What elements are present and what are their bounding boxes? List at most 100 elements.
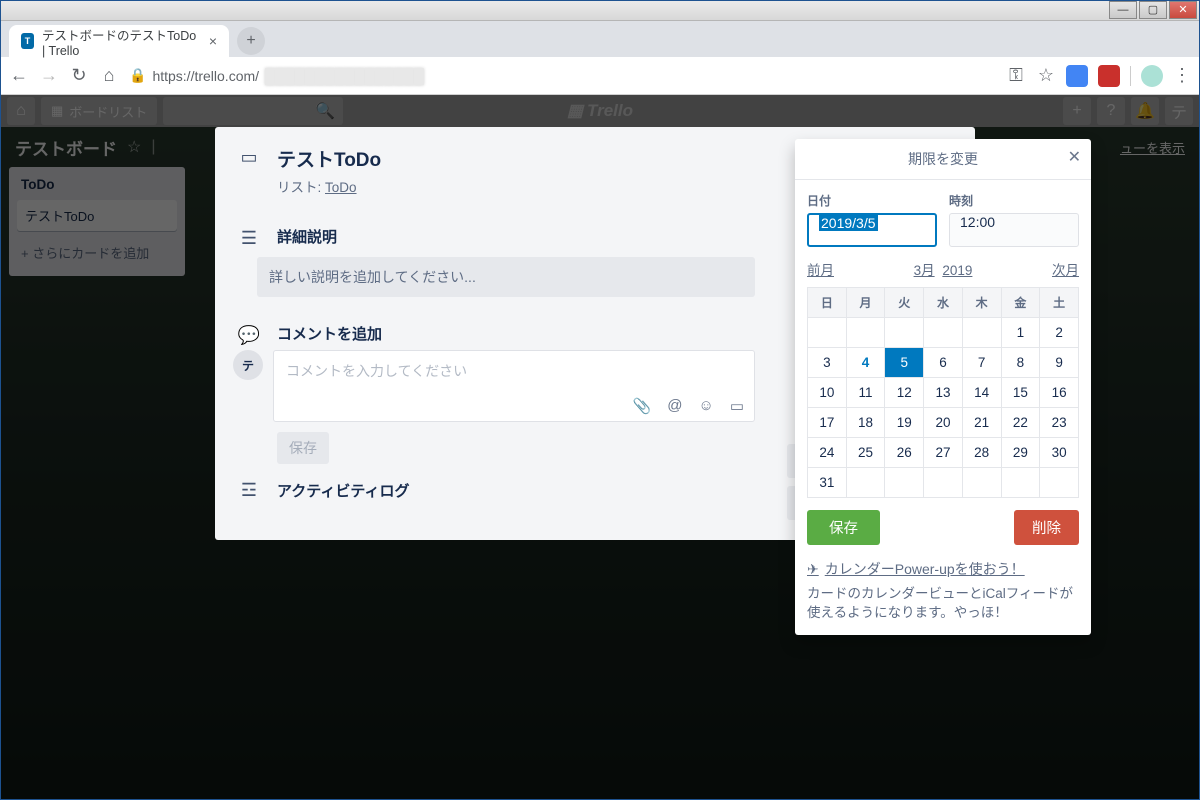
calendar-grid: 日月火水木金土 12345678910111213141516171819202… — [807, 287, 1079, 498]
comment-input[interactable]: コメントを入力してください — [274, 351, 754, 391]
calendar-day — [846, 468, 885, 498]
calendar-day[interactable]: 13 — [924, 378, 963, 408]
profile-avatar[interactable] — [1141, 65, 1163, 87]
key-icon[interactable]: ⚿ — [1006, 66, 1026, 86]
datepicker-delete-button[interactable]: 削除 — [1014, 510, 1079, 545]
user-avatar: テ — [233, 350, 263, 380]
tab-close-icon[interactable]: × — [209, 33, 217, 49]
comment-heading: コメントを追加 — [277, 323, 382, 346]
calendar-day[interactable]: 19 — [885, 408, 924, 438]
calendar-day[interactable]: 25 — [846, 438, 885, 468]
activity-icon: ☲ — [235, 480, 263, 501]
description-input[interactable]: 詳しい説明を追加してください... — [257, 257, 755, 297]
calendar-day[interactable]: 15 — [1001, 378, 1040, 408]
calendar-day[interactable]: 9 — [1040, 348, 1079, 378]
calendar-day[interactable]: 11 — [846, 378, 885, 408]
comment-save-button[interactable]: 保存 — [277, 432, 329, 464]
browser-toolbar: ← → ↻ ⌂ 🔒 https://trello.com/ ██████████… — [1, 57, 1199, 95]
window-maximize-button[interactable]: ▢ — [1139, 1, 1167, 19]
bookmark-star-icon[interactable]: ☆ — [1036, 66, 1056, 86]
tab-title: テストボードのテストToDo | Trello — [42, 25, 201, 58]
new-tab-button[interactable]: + — [237, 27, 265, 55]
date-input[interactable]: 2019/3/5 — [807, 213, 937, 247]
weekday-header: 月 — [846, 288, 885, 318]
forward-button[interactable]: → — [39, 66, 59, 86]
list-link[interactable]: ToDo — [325, 180, 357, 195]
calendar-day[interactable]: 10 — [808, 378, 847, 408]
calendar-day[interactable]: 24 — [808, 438, 847, 468]
description-heading: 詳細説明 — [277, 226, 337, 249]
calendar-day[interactable]: 8 — [1001, 348, 1040, 378]
calendar-day[interactable]: 29 — [1001, 438, 1040, 468]
weekday-header: 金 — [1001, 288, 1040, 318]
window-minimize-button[interactable]: — — [1109, 1, 1137, 19]
activity-heading: アクティビティログ — [277, 480, 409, 501]
calendar-day[interactable]: 1 — [1001, 318, 1040, 348]
url-text: https://trello.com/ — [152, 68, 259, 84]
calendar-day[interactable]: 30 — [1040, 438, 1079, 468]
browser-menu-button[interactable]: ⋮ — [1173, 65, 1191, 86]
comment-toolbar: 📎 @ ☺ ▭ — [274, 391, 754, 421]
browser-tab[interactable]: T テストボードのテストToDo | Trello × — [9, 25, 229, 57]
calendar-day[interactable]: 14 — [962, 378, 1001, 408]
calendar-day[interactable]: 28 — [962, 438, 1001, 468]
card-title[interactable]: テストToDo — [277, 145, 381, 172]
comment-box: コメントを入力してください 📎 @ ☺ ▭ — [273, 350, 755, 422]
calendar-day[interactable]: 20 — [924, 408, 963, 438]
prev-month-link[interactable]: 前月 — [807, 259, 834, 279]
calendar-day[interactable]: 23 — [1040, 408, 1079, 438]
calendar-day[interactable]: 18 — [846, 408, 885, 438]
calendar-day[interactable]: 4 — [846, 348, 885, 378]
calendar-powerup-link[interactable]: ✈カレンダーPower-upを使おう！ — [807, 559, 1079, 579]
favicon-icon: T — [21, 33, 34, 49]
extension-icon-1[interactable] — [1066, 65, 1088, 87]
calendar-day — [1001, 468, 1040, 498]
calendar-day[interactable]: 22 — [1001, 408, 1040, 438]
weekday-header: 火 — [885, 288, 924, 318]
url-field[interactable]: 🔒 https://trello.com/ ████████████████ — [129, 67, 996, 84]
calendar-day — [885, 468, 924, 498]
calendar-day[interactable]: 12 — [885, 378, 924, 408]
due-date-popover: 期限を変更 ✕ 日付 2019/3/5 時刻 12:00 前月 3月 2019 — [795, 139, 1091, 635]
calendar-day[interactable]: 2 — [1040, 318, 1079, 348]
calendar-powerup-description: カードのカレンダービューとiCalフィードが使えるようになります。やっほ！ — [807, 585, 1079, 623]
back-button[interactable]: ← — [9, 66, 29, 86]
calendar-day — [1040, 468, 1079, 498]
weekday-header: 木 — [962, 288, 1001, 318]
send-icon: ✈ — [807, 561, 819, 578]
mention-icon[interactable]: @ — [667, 397, 682, 415]
emoji-icon[interactable]: ☺ — [698, 397, 713, 415]
window-frame: — ▢ ✕ T テストボードのテストToDo | Trello × + ← → … — [0, 0, 1200, 800]
card-link-icon[interactable]: ▭ — [730, 397, 744, 415]
time-input[interactable]: 12:00 — [949, 213, 1079, 247]
reload-button[interactable]: ↻ — [69, 66, 89, 86]
calendar-day[interactable]: 21 — [962, 408, 1001, 438]
calendar-day[interactable]: 3 — [808, 348, 847, 378]
calendar-day[interactable]: 16 — [1040, 378, 1079, 408]
datepicker-save-button[interactable]: 保存 — [807, 510, 880, 545]
calendar-day — [962, 468, 1001, 498]
window-close-button[interactable]: ✕ — [1169, 1, 1197, 19]
home-button[interactable]: ⌂ — [99, 66, 119, 86]
description-icon: ☰ — [235, 226, 263, 249]
calendar-day — [885, 318, 924, 348]
browser-tabbar: T テストボードのテストToDo | Trello × + — [1, 21, 1199, 57]
calendar-day[interactable]: 6 — [924, 348, 963, 378]
calendar-day[interactable]: 26 — [885, 438, 924, 468]
time-label: 時刻 — [949, 192, 1079, 209]
calendar-day — [808, 318, 847, 348]
popover-close-icon[interactable]: ✕ — [1068, 147, 1081, 167]
app-area: ⌂ ▦ボードリスト 🔍 ▦Trello + ? 🔔 テ テストボード ☆ | ュ… — [1, 95, 1199, 799]
calendar-day[interactable]: 17 — [808, 408, 847, 438]
calendar-day[interactable]: 31 — [808, 468, 847, 498]
calendar-day[interactable]: 5 — [885, 348, 924, 378]
extension-icon-2[interactable] — [1098, 65, 1120, 87]
calendar-day[interactable]: 27 — [924, 438, 963, 468]
calendar-day — [924, 468, 963, 498]
calendar-day — [924, 318, 963, 348]
month-link[interactable]: 3月 — [914, 263, 935, 278]
attachment-icon[interactable]: 📎 — [633, 397, 652, 415]
calendar-day[interactable]: 7 — [962, 348, 1001, 378]
next-month-link[interactable]: 次月 — [1052, 259, 1079, 279]
year-link[interactable]: 2019 — [942, 263, 972, 278]
